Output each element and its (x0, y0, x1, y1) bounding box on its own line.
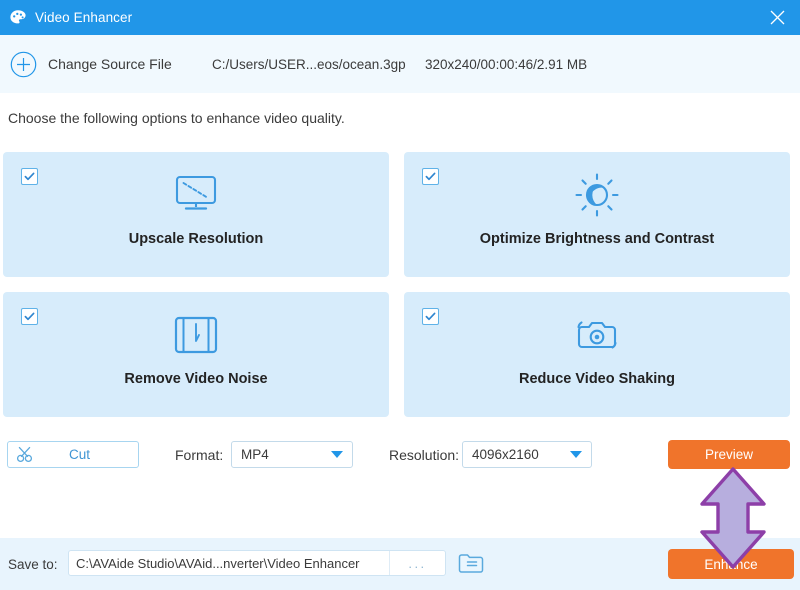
open-folder-button[interactable] (458, 552, 484, 579)
enhance-button[interactable]: Enhance (668, 549, 794, 579)
open-folder-icon (458, 554, 484, 573)
chevron-down-icon (570, 451, 582, 458)
plus-circle-icon (10, 51, 37, 77)
format-label: Format: (175, 447, 224, 463)
option-label: Remove Video Noise (124, 371, 268, 387)
sun-contrast-icon (404, 170, 790, 220)
option-label: Upscale Resolution (128, 231, 264, 247)
browse-button[interactable]: ... (389, 551, 445, 575)
save-to-field[interactable]: C:\AVAide Studio\AVAid...nverter\Video E… (68, 550, 446, 576)
instruction-text: Choose the following options to enhance … (8, 110, 345, 126)
close-icon (770, 10, 784, 25)
change-source-file-button[interactable]: Change Source File (10, 51, 172, 78)
palette-icon (10, 9, 26, 23)
change-source-file-label: Change Source File (48, 56, 172, 72)
save-to-label: Save to: (8, 557, 58, 572)
option-label: Reduce Video Shaking (518, 371, 676, 387)
chevron-down-icon (331, 451, 343, 458)
resolution-value: 4096x2160 (472, 447, 539, 462)
source-file-path: C:/Users/USER...eos/ocean.3gp (212, 56, 406, 72)
cut-button-label: Cut (68, 447, 90, 462)
source-file-meta: 320x240/00:00:46/2.91 MB (425, 56, 588, 72)
option-card-optimize-brightness-and-contrast[interactable]: Optimize Brightness and Contrast (404, 152, 790, 277)
scissors-icon (16, 446, 33, 463)
save-to-path: C:\AVAide Studio\AVAid...nverter\Video E… (76, 555, 360, 571)
resolution-label: Resolution: (389, 447, 460, 463)
monitor-upscale-icon (3, 170, 389, 220)
option-card-upscale-resolution[interactable]: Upscale Resolution (3, 152, 389, 277)
resolution-dropdown[interactable]: 4096x2160 (462, 441, 592, 468)
option-label: Optimize Brightness and Contrast (479, 231, 715, 247)
window-titlebar: Video Enhancer (0, 0, 800, 35)
option-card-reduce-video-shaking[interactable]: Reduce Video Shaking (404, 292, 790, 417)
cut-button[interactable]: Cut (7, 441, 139, 468)
film-strip-icon (3, 310, 389, 360)
format-dropdown[interactable]: MP4 (231, 441, 353, 468)
format-value: MP4 (241, 447, 269, 462)
source-file-bar: Change Source File C:/Users/USER...eos/o… (0, 35, 800, 93)
camera-motion-icon (404, 310, 790, 360)
option-card-remove-video-noise[interactable]: Remove Video Noise (3, 292, 389, 417)
window-title: Video Enhancer (35, 10, 133, 25)
close-window-button[interactable] (754, 0, 800, 35)
preview-button[interactable]: Preview (668, 440, 790, 469)
